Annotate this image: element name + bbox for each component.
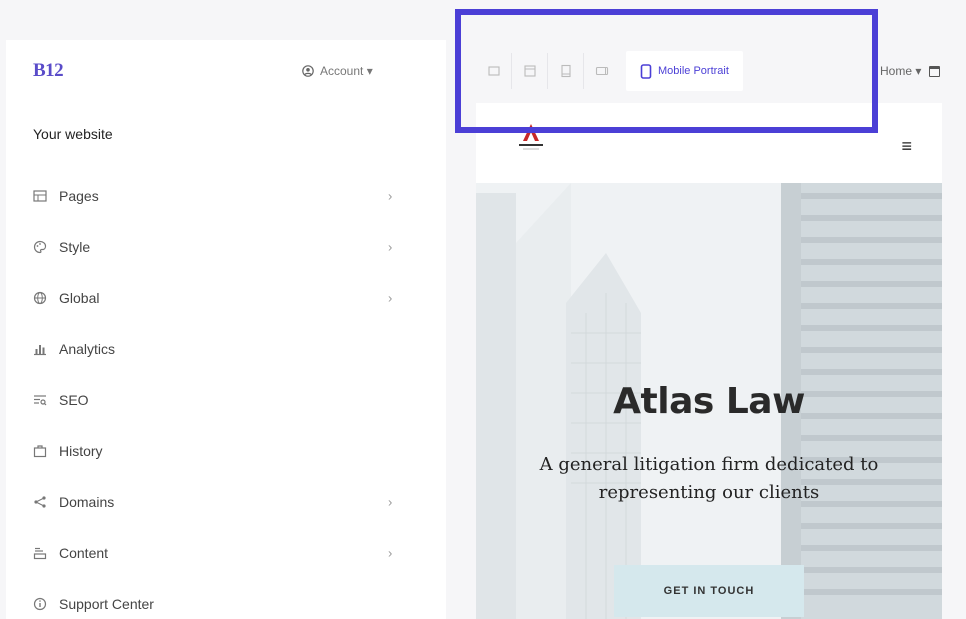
sidebar-item-domains[interactable]: Domains › (33, 476, 403, 527)
history-icon (33, 444, 47, 458)
laptop-icon (523, 65, 536, 77)
sidebar-item-style[interactable]: Style › (33, 221, 403, 272)
chevron-right-icon: › (388, 188, 393, 203)
account-menu[interactable]: Account ▾ (302, 64, 373, 78)
page-selector[interactable]: Home ▾ (880, 64, 941, 78)
seo-icon (33, 393, 47, 407)
hero-section: Atlas Law A general litigation firm dedi… (476, 183, 942, 619)
bar-chart-icon (33, 342, 47, 356)
sidebar-item-global[interactable]: Global › (33, 272, 403, 323)
device-label: Mobile Portrait (658, 65, 729, 77)
website-preview: ≡ Atlas Law A general litigation firm de… (476, 103, 942, 619)
chevron-right-icon: › (388, 494, 393, 509)
info-icon (33, 597, 47, 611)
sidebar-item-content[interactable]: Content › (33, 527, 403, 578)
sidebar-item-analytics[interactable]: Analytics (33, 323, 403, 374)
sidebar-item-label: Global (59, 289, 100, 306)
sidebar-item-label: Support Center (59, 595, 154, 612)
sidebar-item-seo[interactable]: SEO (33, 374, 403, 425)
sidebar: B12 Account ▾ Your website Pages › Style… (6, 40, 446, 619)
hero-subtitle: A general litigation firm dedicated to r… (539, 454, 879, 503)
brand-logo[interactable]: B12 (33, 60, 64, 82)
pages-icon (33, 189, 47, 203)
device-tablet-portrait-button[interactable] (548, 53, 584, 89)
sidebar-item-label: Style (59, 238, 91, 255)
tablet-landscape-icon (595, 66, 609, 76)
device-mobile-portrait-button[interactable]: Mobile Portrait (626, 51, 743, 91)
sidebar-item-label: Analytics (59, 340, 116, 357)
chevron-right-icon: › (388, 239, 393, 254)
account-label: Account ▾ (320, 64, 373, 78)
sidebar-item-label: Pages (59, 187, 99, 204)
user-icon (302, 65, 314, 77)
palette-icon (33, 240, 47, 254)
atlas-law-logo[interactable] (506, 121, 556, 161)
chevron-right-icon: › (388, 545, 393, 560)
chevron-right-icon: › (388, 290, 393, 305)
sidebar-item-pages[interactable]: Pages › (33, 170, 403, 221)
device-tablet-landscape-button[interactable] (584, 53, 620, 89)
sidebar-item-history[interactable]: History (33, 425, 403, 476)
sidebar-item-label: Domains (59, 493, 115, 510)
section-heading: Your website (33, 126, 113, 142)
sidebar-item-label: Content (59, 544, 109, 561)
sidebar-item-label: SEO (59, 391, 89, 408)
hamburger-menu-icon[interactable]: ≡ (901, 137, 912, 155)
content-icon (33, 546, 47, 560)
device-laptop-button[interactable] (512, 53, 548, 89)
globe-icon (33, 291, 47, 305)
desktop-icon (487, 66, 500, 76)
hero-title: Atlas Law (613, 381, 805, 422)
page-select-label: Home ▾ (880, 64, 922, 78)
sidebar-item-label: History (59, 442, 103, 459)
sidebar-item-support-center[interactable]: Support Center (33, 578, 403, 619)
preview-header: ≡ (476, 103, 942, 183)
mobile-portrait-icon (640, 63, 652, 79)
device-toolbar: Mobile Portrait (476, 50, 743, 92)
tablet-portrait-icon (560, 64, 571, 78)
share-icon (33, 495, 47, 509)
device-desktop-button[interactable] (476, 53, 512, 89)
sidebar-menu: Pages › Style › Global › Analytics SEO H… (33, 170, 403, 619)
get-in-touch-button[interactable]: GET IN TOUCH (614, 565, 804, 617)
calendar-icon (929, 65, 941, 77)
